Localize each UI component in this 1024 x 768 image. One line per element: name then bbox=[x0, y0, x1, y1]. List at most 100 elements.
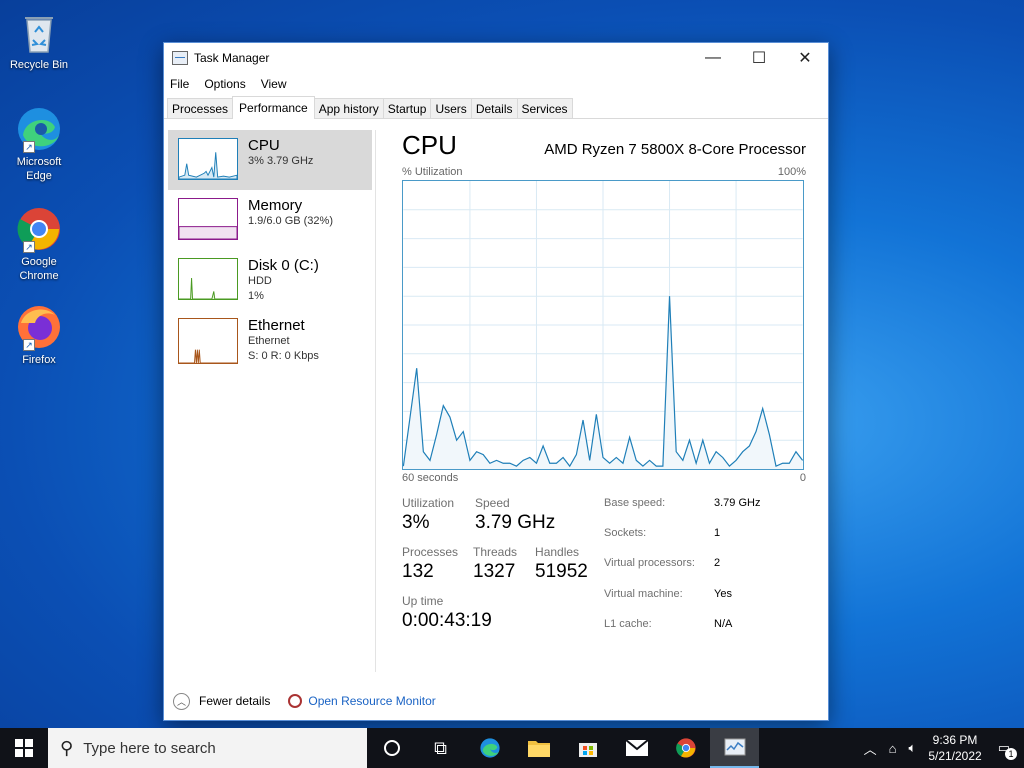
menu-options[interactable]: Options bbox=[204, 77, 245, 91]
resource-name: Disk 0 (C:) bbox=[248, 257, 319, 274]
search-placeholder: Type here to search bbox=[83, 739, 216, 757]
fewer-details-button[interactable]: Fewer details bbox=[199, 694, 270, 708]
taskbar-edge[interactable] bbox=[465, 728, 514, 768]
window-title: Task Manager bbox=[194, 51, 270, 65]
resource-detail-2: 1% bbox=[248, 290, 264, 302]
tab-strip: Processes Performance App history Startu… bbox=[164, 95, 828, 119]
page-title: CPU bbox=[402, 130, 457, 160]
desktop-icon-chrome[interactable]: ↗ Google Chrome bbox=[4, 205, 74, 283]
folder-icon bbox=[527, 741, 550, 757]
desktop-icon-label: Google Chrome bbox=[19, 256, 59, 282]
spec-key: Virtual machine: bbox=[604, 587, 683, 600]
resource-item-ethernet[interactable]: Ethernet Ethernet S: 0 R: 0 Kbps bbox=[168, 310, 372, 376]
taskbar-search-box[interactable]: ⚲ Type here to search bbox=[48, 728, 367, 768]
cpu-thumbnail-graph bbox=[178, 138, 238, 180]
handles-label: Handles bbox=[535, 545, 580, 559]
menu-bar: File Options View bbox=[164, 73, 828, 95]
shortcut-arrow-icon: ↗ bbox=[23, 241, 35, 253]
chevron-up-icon[interactable]: ︿ bbox=[173, 692, 190, 710]
tab-services[interactable]: Services bbox=[516, 98, 573, 118]
resource-item-cpu[interactable]: CPU 3% 3.79 GHz bbox=[168, 130, 372, 190]
search-icon: ⚲ bbox=[60, 737, 74, 758]
resource-item-disk[interactable]: Disk 0 (C:) HDD 1% bbox=[168, 250, 372, 310]
resource-monitor-icon bbox=[288, 694, 303, 708]
network-icon[interactable]: ⌂ bbox=[889, 741, 897, 756]
chrome-icon: ↗ bbox=[15, 205, 63, 253]
close-button[interactable]: ✕ bbox=[782, 43, 828, 73]
taskbar-mail[interactable] bbox=[612, 728, 661, 768]
speed-label: Speed bbox=[475, 496, 510, 510]
task-manager-icon bbox=[724, 738, 745, 756]
menu-file[interactable]: File bbox=[170, 77, 189, 91]
spec-key: Virtual processors: bbox=[604, 557, 695, 570]
disk-thumbnail-graph bbox=[178, 258, 238, 300]
processes-value: 132 bbox=[402, 561, 434, 582]
edge-icon: ↗ bbox=[15, 105, 63, 153]
cortana-icon bbox=[383, 740, 400, 756]
firefox-icon: ↗ bbox=[15, 303, 63, 351]
utilization-label: Utilization bbox=[402, 496, 455, 510]
cpu-detail: CPU AMD Ryzen 7 5800X 8-Core Processor %… bbox=[402, 130, 806, 643]
resource-detail: HDD bbox=[248, 275, 272, 287]
cortana-button[interactable] bbox=[367, 728, 416, 768]
volume-icon[interactable]: 🔈︎ bbox=[909, 740, 917, 756]
windows-logo-icon bbox=[15, 739, 33, 757]
stats-area: Utilization 3% Speed 3.79 GHz Processes … bbox=[402, 496, 806, 643]
shortcut-arrow-icon: ↗ bbox=[23, 339, 35, 351]
taskbar: ⚲ Type here to search ⧉ ︿ ⌂ 🔈︎ 9:36 PM 5… bbox=[0, 728, 1024, 768]
resource-name: Ethernet bbox=[248, 317, 305, 334]
panel-divider bbox=[375, 130, 376, 672]
tab-startup[interactable]: Startup bbox=[382, 98, 432, 118]
tab-performance[interactable]: Performance bbox=[232, 96, 315, 119]
desktop-icon-label: Recycle Bin bbox=[9, 59, 69, 71]
spec-value: Yes bbox=[714, 587, 732, 600]
recycle-bin-icon bbox=[15, 8, 63, 56]
taskbar-file-explorer[interactable] bbox=[514, 728, 563, 768]
desktop-icon-recycle-bin[interactable]: Recycle Bin bbox=[4, 8, 74, 72]
taskbar-chrome[interactable] bbox=[661, 728, 710, 768]
tab-processes[interactable]: Processes bbox=[167, 98, 234, 118]
taskbar-store[interactable] bbox=[563, 728, 612, 768]
clock-time: 9:36 PM bbox=[932, 733, 978, 747]
maximize-button[interactable]: ☐ bbox=[736, 43, 782, 73]
threads-value: 1327 bbox=[473, 561, 516, 582]
spec-value: 1 bbox=[714, 527, 721, 540]
task-manager-window: Task Manager — ☐ ✕ File Options View Pro… bbox=[163, 42, 829, 721]
resource-detail-2: S: 0 R: 0 Kbps bbox=[248, 350, 319, 362]
handles-value: 51952 bbox=[535, 561, 588, 582]
resource-name: Memory bbox=[248, 197, 303, 214]
processor-name: AMD Ryzen 7 5800X 8-Core Processor bbox=[544, 141, 806, 158]
spec-key: L1 cache: bbox=[604, 617, 652, 630]
resource-name: CPU bbox=[248, 137, 280, 154]
uptime-value: 0:00:43:19 bbox=[402, 610, 492, 631]
cpu-utilization-graph bbox=[402, 180, 804, 470]
title-bar[interactable]: Task Manager — ☐ ✕ bbox=[164, 43, 828, 73]
open-resource-monitor-link[interactable]: Open Resource Monitor bbox=[308, 694, 435, 708]
edge-icon bbox=[479, 738, 500, 758]
spec-key: Sockets: bbox=[604, 527, 647, 540]
clock[interactable]: 9:36 PM 5/21/2022 bbox=[928, 732, 981, 764]
task-view-icon: ⧉ bbox=[434, 737, 447, 758]
minimize-button[interactable]: — bbox=[690, 43, 736, 73]
resource-item-memory[interactable]: Memory 1.9/6.0 GB (32%) bbox=[168, 190, 372, 250]
spec-key: Base speed: bbox=[604, 497, 666, 509]
tab-details[interactable]: Details bbox=[470, 98, 518, 118]
x-axis-right-label: 0 bbox=[799, 472, 806, 484]
processes-label: Processes bbox=[402, 545, 459, 559]
notification-icon[interactable]: ▭ 1 bbox=[998, 740, 1017, 760]
x-axis-left-label: 60 seconds bbox=[402, 472, 459, 484]
task-view-button[interactable]: ⧉ bbox=[416, 728, 465, 768]
desktop-icon-firefox[interactable]: ↗ Firefox bbox=[4, 303, 74, 367]
window-controls: — ☐ ✕ bbox=[690, 43, 828, 73]
desktop-icon-edge[interactable]: ↗ Microsoft Edge bbox=[4, 105, 74, 183]
spec-value: N/A bbox=[714, 617, 733, 630]
chevron-up-icon[interactable]: ︿ bbox=[864, 739, 877, 758]
tab-app-history[interactable]: App history bbox=[313, 98, 384, 118]
y-axis-label: % Utilization bbox=[402, 166, 463, 178]
menu-view[interactable]: View bbox=[261, 77, 287, 91]
start-button[interactable] bbox=[0, 728, 48, 768]
tab-users[interactable]: Users bbox=[430, 98, 472, 118]
spec-value: 2 bbox=[714, 557, 721, 570]
taskbar-task-manager[interactable] bbox=[710, 728, 759, 768]
resource-detail: 3% 3.79 GHz bbox=[248, 155, 314, 167]
